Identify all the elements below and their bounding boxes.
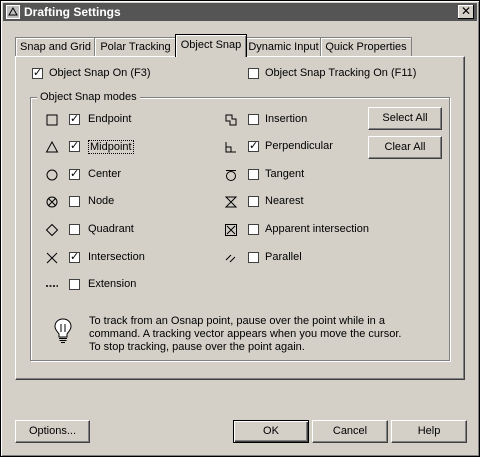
insertion-label: Insertion xyxy=(265,113,308,125)
endpoint-icon xyxy=(46,114,58,126)
tracking-tip: To track from an Osnap point, pause over… xyxy=(89,315,429,354)
midpoint-icon xyxy=(45,140,59,153)
object-snap-modes-title: Object Snap modes xyxy=(37,91,140,103)
select-all-button[interactable]: Select All xyxy=(368,107,442,130)
node-checkbox[interactable] xyxy=(69,196,80,207)
apparent-intersection-icon xyxy=(225,224,237,236)
endpoint-label: Endpoint xyxy=(88,113,132,125)
window-title: Drafting Settings xyxy=(24,5,121,19)
tangent-icon xyxy=(226,170,236,181)
node-icon xyxy=(46,196,58,208)
object-snap-on-checkbox[interactable]: ✓ xyxy=(32,68,43,79)
tab-quick-properties[interactable]: Quick Properties xyxy=(320,37,412,56)
parallel-icon xyxy=(225,254,236,263)
quadrant-label: Quadrant xyxy=(88,223,134,235)
drafting-settings-dialog: Drafting Settings ✕ Snap and Grid Polar … xyxy=(0,0,480,457)
intersection-label: Intersection xyxy=(88,251,145,263)
tab-snap-and-grid[interactable]: Snap and Grid xyxy=(15,37,96,56)
clear-all-button[interactable]: Clear All xyxy=(368,136,442,159)
tangent-label: Tangent xyxy=(265,168,305,180)
midpoint-label: Midpoint xyxy=(88,140,134,154)
insertion-checkbox[interactable] xyxy=(248,114,259,125)
center-icon xyxy=(46,169,58,181)
intersection-icon xyxy=(46,252,58,264)
parallel-label: Parallel xyxy=(265,251,302,263)
center-label: Center xyxy=(88,168,122,180)
nearest-label: Nearest xyxy=(265,195,304,207)
object-snap-tracking-checkbox[interactable] xyxy=(248,68,259,79)
quadrant-checkbox[interactable] xyxy=(69,224,80,235)
apparent-intersection-label: Apparent intersection xyxy=(265,223,369,235)
ok-button[interactable]: OK xyxy=(233,420,309,443)
apparent-intersection-checkbox[interactable] xyxy=(248,224,259,235)
tangent-checkbox[interactable] xyxy=(248,169,259,180)
perpendicular-checkbox[interactable]: ✓ xyxy=(248,141,259,152)
nearest-checkbox[interactable] xyxy=(248,196,259,207)
tab-strip: Snap and Grid Polar Tracking Object Snap… xyxy=(15,34,465,57)
extension-label: Extension xyxy=(88,278,137,290)
quadrant-icon xyxy=(45,223,59,237)
endpoint-checkbox[interactable]: ✓ xyxy=(69,114,80,125)
object-snap-on-label: Object Snap On (F3) xyxy=(49,67,151,79)
tip-line: To stop tracking, pause over the point a… xyxy=(89,341,305,353)
app-icon xyxy=(6,5,20,19)
intersection-checkbox[interactable]: ✓ xyxy=(69,252,80,263)
parallel-checkbox[interactable] xyxy=(248,252,259,263)
tab-dynamic-input[interactable]: Dynamic Input xyxy=(245,37,322,56)
extension-checkbox[interactable] xyxy=(69,279,80,290)
lightbulb-icon xyxy=(54,318,72,343)
tip-line: command. A tracking vector appears when … xyxy=(89,328,402,340)
cancel-button[interactable]: Cancel xyxy=(312,420,388,443)
close-button[interactable]: ✕ xyxy=(458,5,474,19)
perpendicular-icon xyxy=(225,142,236,153)
midpoint-checkbox[interactable]: ✓ xyxy=(69,141,80,152)
tip-line: To track from an Osnap point, pause over… xyxy=(89,315,385,327)
center-checkbox[interactable]: ✓ xyxy=(69,169,80,180)
nearest-icon xyxy=(224,196,238,208)
tab-polar-tracking[interactable]: Polar Tracking xyxy=(94,37,177,56)
perpendicular-label: Perpendicular xyxy=(265,140,333,152)
options-button[interactable]: Options... xyxy=(15,420,90,443)
title-bar: Drafting Settings ✕ xyxy=(3,3,477,21)
extension-icon xyxy=(46,285,58,287)
object-snap-tracking-label: Object Snap Tracking On (F11) xyxy=(265,67,417,79)
insertion-icon xyxy=(225,114,237,126)
help-button[interactable]: Help xyxy=(391,420,467,443)
tab-object-snap[interactable]: Object Snap xyxy=(175,34,247,57)
node-label: Node xyxy=(88,195,115,207)
